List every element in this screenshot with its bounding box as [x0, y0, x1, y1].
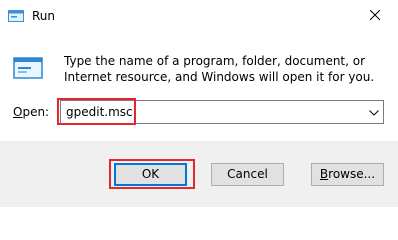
open-input[interactable] [61, 101, 366, 123]
window-title: Run [32, 9, 56, 23]
open-label-text: pen: [22, 105, 50, 119]
close-icon [369, 9, 381, 23]
title-bar: Run [0, 0, 398, 32]
open-combobox[interactable] [60, 100, 384, 124]
chevron-down-icon [369, 105, 379, 119]
run-description: Type the name of a program, folder, docu… [64, 54, 375, 84]
ok-button[interactable]: OK [114, 163, 187, 186]
open-label: Open: [13, 104, 49, 120]
browse-mnemonic: B [319, 167, 329, 181]
cancel-button[interactable]: Cancel [211, 163, 284, 186]
dropdown-button[interactable] [365, 101, 383, 123]
run-dialog: Run Type the name of a program, folder, … [0, 0, 398, 207]
close-button[interactable] [352, 0, 398, 31]
browse-button[interactable]: Browse... [311, 163, 384, 186]
run-program-icon [13, 52, 45, 84]
button-bar: OK Cancel Browse... [0, 141, 398, 207]
browse-label: rowse... [328, 167, 376, 181]
run-dialog-icon [8, 8, 24, 24]
